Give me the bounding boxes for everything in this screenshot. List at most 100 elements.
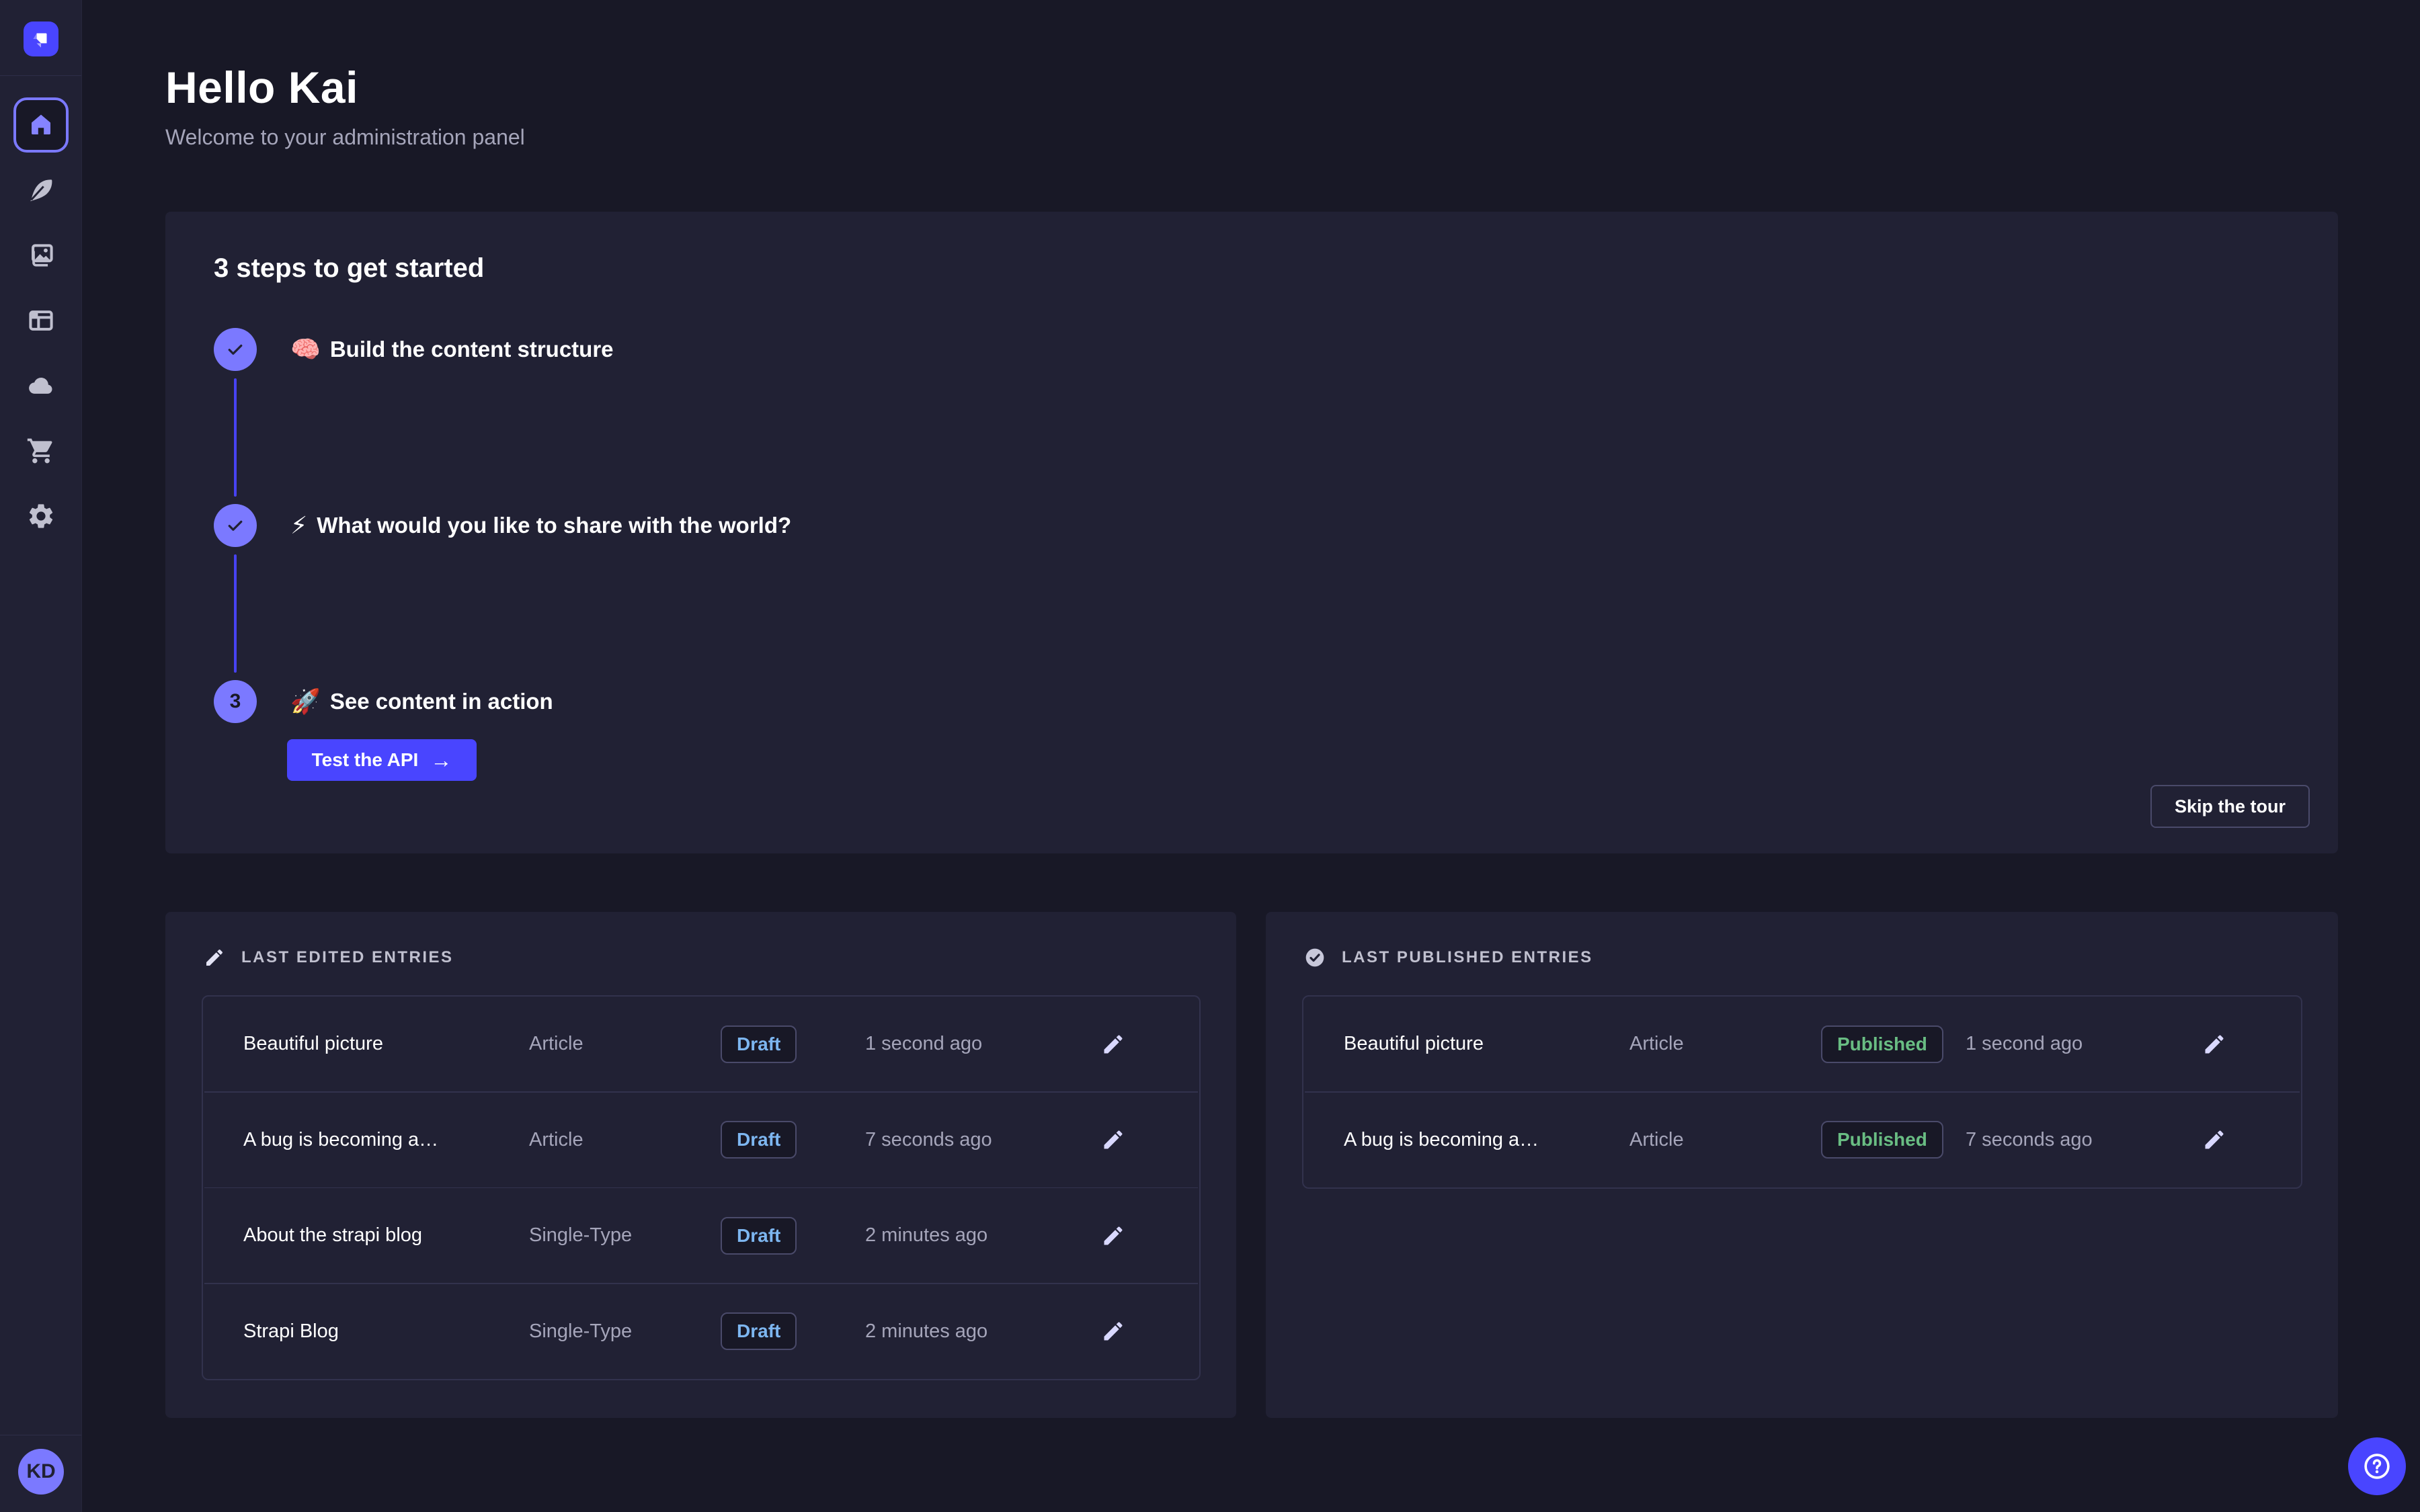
entry-time: 1 second ago (1966, 1033, 2167, 1055)
check-circle-icon (1304, 947, 1326, 968)
question-mark-icon (2362, 1452, 2392, 1481)
step-number-circle: 3 (214, 680, 257, 723)
entry-time: 2 minutes ago (865, 1320, 1067, 1343)
cloud-icon (26, 371, 56, 401)
sidebar-item-home[interactable] (13, 97, 69, 153)
entry-title: A bug is becoming a… (243, 1129, 529, 1151)
last-edited-entries-panel: LAST EDITED ENTRIES Beautiful picture Ar… (165, 912, 1236, 1418)
page-title: Hello Kai (165, 62, 358, 113)
sidebar-divider (0, 75, 81, 76)
table-row: A bug is becoming a… Article Published 7… (1303, 1093, 2301, 1187)
pencil-icon (1101, 1224, 1125, 1248)
layout-icon (26, 306, 56, 335)
step-number: 3 (230, 690, 241, 713)
help-button[interactable] (2348, 1437, 2406, 1495)
test-the-api-button[interactable]: Test the API → (287, 739, 477, 781)
user-avatar[interactable]: KD (18, 1449, 64, 1495)
getting-started-title: 3 steps to get started (214, 253, 484, 284)
entry-type: Single-Type (529, 1224, 721, 1247)
sidebar-item-marketplace[interactable] (26, 436, 56, 466)
last-published-entries-panel: LAST PUBLISHED ENTRIES Beautiful picture… (1266, 912, 2338, 1418)
status-badge: Draft (721, 1121, 797, 1159)
status-badge: Published (1821, 1025, 1943, 1063)
status-badge: Draft (721, 1217, 797, 1255)
check-icon (225, 339, 245, 360)
status-badge: Draft (721, 1025, 797, 1063)
entries-table: Beautiful picture Article Draft 1 second… (202, 995, 1201, 1380)
step-connector (234, 554, 237, 673)
page-subtitle: Welcome to your administration panel (165, 125, 525, 150)
table-row: Strapi Blog Single-Type Draft 2 minutes … (203, 1284, 1199, 1379)
sidebar-item-content-manager[interactable] (26, 175, 56, 205)
table-row: About the strapi blog Single-Type Draft … (203, 1188, 1199, 1283)
panel-title: LAST EDITED ENTRIES (241, 948, 454, 967)
step-done-circle (214, 504, 257, 547)
panel-header: LAST PUBLISHED ENTRIES (1304, 947, 1593, 968)
step-label-text: Build the content structure (330, 337, 614, 362)
home-icon (27, 111, 55, 139)
entry-title: About the strapi blog (243, 1224, 529, 1247)
step-label[interactable]: 🧠 Build the content structure (290, 337, 614, 362)
gear-icon (26, 501, 56, 531)
step-share-with-world: ⚡ What would you like to share with the … (214, 504, 791, 547)
edit-entry-button[interactable] (2201, 1031, 2228, 1058)
entries-table: Beautiful picture Article Published 1 se… (1302, 995, 2302, 1189)
arrow-right-icon: → (430, 749, 452, 771)
strapi-logo[interactable] (24, 22, 58, 56)
step-label-text: What would you like to share with the wo… (317, 513, 791, 538)
sidebar-item-deploy[interactable] (26, 371, 56, 401)
pencil-icon (1101, 1128, 1125, 1152)
table-row: A bug is becoming a… Article Draft 7 sec… (203, 1093, 1199, 1187)
images-icon (26, 241, 56, 270)
pencil-icon (2202, 1032, 2226, 1056)
getting-started-card: 3 steps to get started 🧠 Build the conte… (165, 212, 2338, 853)
entry-title: A bug is becoming a… (1344, 1129, 1629, 1151)
pencil-icon (204, 947, 225, 968)
entry-time: 7 seconds ago (1966, 1129, 2167, 1151)
edit-entry-button[interactable] (1100, 1318, 1127, 1345)
entry-type: Single-Type (529, 1320, 721, 1343)
cart-icon (26, 436, 56, 466)
feather-icon (26, 175, 56, 205)
brain-emoji: 🧠 (290, 337, 321, 362)
entry-type: Article (1629, 1033, 1821, 1055)
step-build-content-structure: 🧠 Build the content structure (214, 328, 614, 371)
sidebar: KD (0, 0, 82, 1512)
panel-header: LAST EDITED ENTRIES (204, 947, 454, 968)
entry-time: 7 seconds ago (865, 1129, 1067, 1151)
sidebar-item-media-library[interactable] (26, 241, 56, 270)
status-badge: Draft (721, 1312, 797, 1350)
step-label[interactable]: ⚡ What would you like to share with the … (290, 513, 791, 538)
pencil-icon (1101, 1032, 1125, 1056)
entry-title: Strapi Blog (243, 1320, 529, 1343)
edit-entry-button[interactable] (2201, 1126, 2228, 1153)
entry-type: Article (529, 1033, 721, 1055)
lightning-emoji: ⚡ (290, 513, 307, 538)
step-label[interactable]: 🚀 See content in action (290, 689, 553, 714)
pencil-icon (2202, 1128, 2226, 1152)
avatar-initials: KD (26, 1460, 55, 1483)
entry-type: Article (1629, 1129, 1821, 1151)
panel-title: LAST PUBLISHED ENTRIES (1342, 948, 1593, 967)
skip-the-tour-button[interactable]: Skip the tour (2150, 785, 2310, 828)
sidebar-item-content-type-builder[interactable] (26, 306, 56, 335)
strapi-logo-icon (30, 28, 52, 50)
sidebar-item-settings[interactable] (26, 501, 56, 531)
entry-title: Beautiful picture (1344, 1033, 1629, 1055)
edit-entry-button[interactable] (1100, 1031, 1127, 1058)
cta-label: Test the API (312, 749, 419, 771)
entry-type: Article (529, 1129, 721, 1151)
entry-title: Beautiful picture (243, 1033, 529, 1055)
entry-time: 1 second ago (865, 1033, 1067, 1055)
edit-entry-button[interactable] (1100, 1126, 1127, 1153)
step-connector (234, 378, 237, 497)
table-row: Beautiful picture Article Published 1 se… (1303, 997, 2301, 1091)
edit-entry-button[interactable] (1100, 1222, 1127, 1249)
entry-time: 2 minutes ago (865, 1224, 1067, 1247)
rocket-emoji: 🚀 (290, 689, 321, 714)
step-done-circle (214, 328, 257, 371)
step-see-content-in-action: 3 🚀 See content in action (214, 680, 553, 723)
status-badge: Published (1821, 1121, 1943, 1159)
pencil-icon (1101, 1319, 1125, 1343)
check-icon (225, 515, 245, 536)
